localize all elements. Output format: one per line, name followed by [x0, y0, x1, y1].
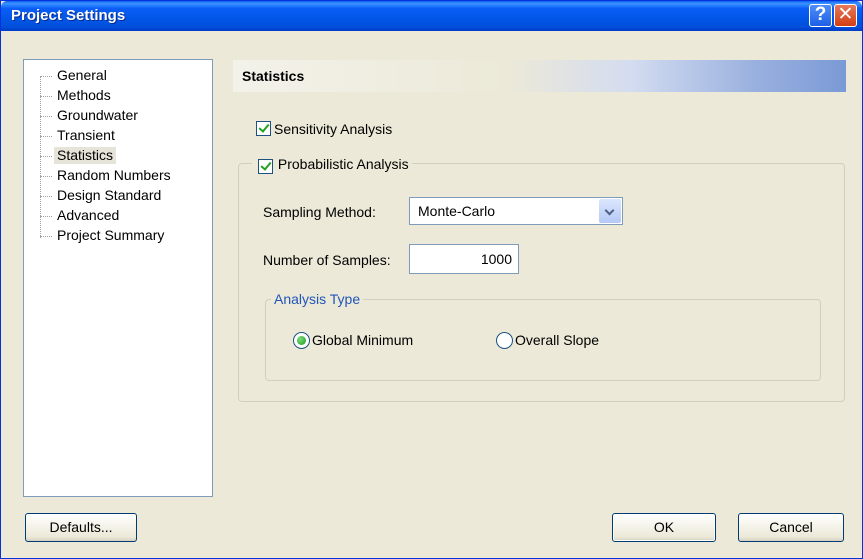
chevron-down-icon[interactable]	[599, 199, 621, 223]
project-settings-dialog: Project Settings ? ✕ General Methods Gro…	[0, 0, 863, 559]
tree-item-advanced[interactable]: Advanced	[54, 207, 122, 224]
tree-connector	[40, 96, 52, 97]
overall-slope-radio[interactable]	[496, 332, 513, 349]
ok-button[interactable]: OK	[612, 513, 716, 542]
sensitivity-label: Sensitivity Analysis	[274, 121, 393, 137]
global-minimum-radio[interactable]	[293, 332, 310, 349]
section-header: Statistics	[233, 60, 846, 92]
probabilistic-legend: Probabilistic Analysis	[252, 155, 412, 174]
tree-connector	[40, 156, 52, 157]
section-title: Statistics	[242, 68, 305, 84]
tree-connector	[40, 236, 52, 237]
analysis-type-legend: Analysis Type	[271, 291, 364, 307]
tree-item-statistics[interactable]: Statistics	[54, 147, 117, 164]
sensitivity-checkbox[interactable]	[256, 121, 271, 136]
sampling-method-select[interactable]: Monte-Carlo	[409, 197, 623, 225]
tree-item-general[interactable]: General	[54, 67, 110, 84]
sampling-method-value: Monte-Carlo	[418, 203, 496, 219]
tree-item-transient[interactable]: Transient	[54, 127, 118, 144]
tree-connector	[40, 116, 52, 117]
num-samples-label: Number of Samples:	[263, 252, 391, 268]
tree-item-methods[interactable]: Methods	[54, 87, 114, 104]
num-samples-input[interactable]: 1000	[409, 244, 519, 274]
window-title: Project Settings	[11, 7, 126, 24]
tree-connector	[40, 136, 52, 137]
tree-item-project-summary[interactable]: Project Summary	[54, 227, 167, 244]
cancel-button[interactable]: Cancel	[738, 513, 844, 542]
defaults-button[interactable]: Defaults...	[25, 513, 137, 542]
tree-connector	[40, 176, 52, 177]
tree-connector	[40, 196, 52, 197]
global-minimum-label: Global Minimum	[312, 332, 414, 348]
settings-tree: General Methods Groundwater Transient St…	[23, 59, 213, 497]
tree-item-random-numbers[interactable]: Random Numbers	[54, 167, 174, 184]
tree-connector	[40, 76, 41, 238]
sampling-method-label: Sampling Method:	[263, 204, 376, 220]
tree-connector	[40, 216, 52, 217]
overall-slope-label: Overall Slope	[515, 332, 600, 348]
title-bar: Project Settings ? ✕	[1, 1, 862, 31]
tree-connector	[40, 76, 52, 77]
probabilistic-checkbox[interactable]	[258, 158, 273, 174]
close-icon[interactable]: ✕	[834, 4, 857, 27]
help-icon[interactable]: ?	[809, 4, 832, 27]
tree-item-groundwater[interactable]: Groundwater	[54, 107, 141, 124]
probabilistic-label: Probabilistic Analysis	[277, 156, 409, 173]
tree-item-design-standard[interactable]: Design Standard	[54, 187, 164, 204]
